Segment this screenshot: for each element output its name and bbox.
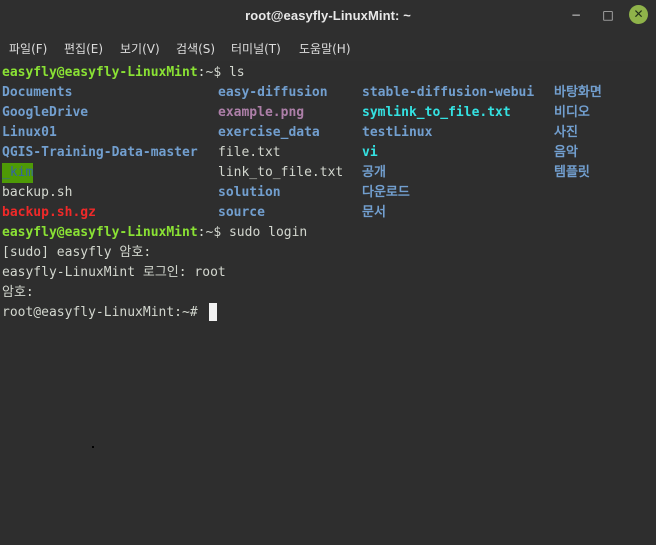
ls-entry: backup.sh xyxy=(2,185,73,200)
ls-entry: 다운로드 xyxy=(362,185,410,200)
close-button[interactable]: ✕ xyxy=(629,5,648,24)
ls-entry: easy-diffusion xyxy=(218,85,328,100)
ls-entry: example.png xyxy=(218,105,305,120)
ls-entry: exercise_data xyxy=(218,125,320,140)
ls-entry: Documents xyxy=(2,85,73,100)
sudo-password-prompt: [sudo] easyfly 암호: xyxy=(2,245,152,260)
ls-entry: GoogleDrive xyxy=(2,105,89,120)
menu-search[interactable]: 검색(S) xyxy=(176,40,215,57)
menu-edit[interactable]: 편집(E) xyxy=(64,40,103,57)
ls-entry: 사진 xyxy=(554,125,578,140)
menu-file[interactable]: 파일(F) xyxy=(9,40,47,57)
text-cursor xyxy=(209,303,217,321)
root-prompt: root@easyfly-LinuxMint:~# xyxy=(2,305,198,320)
ls-entry: 음악 xyxy=(554,145,578,160)
ls-entry: source xyxy=(218,205,265,220)
ls-entry: 문서 xyxy=(362,205,386,220)
title-bar[interactable]: root@easyfly-LinuxMint: ~ − □ ✕ xyxy=(0,0,656,31)
minimize-button[interactable]: − xyxy=(566,5,586,25)
prompt-separator: :~$ xyxy=(197,65,222,80)
ls-entry: solution xyxy=(218,185,281,200)
menu-bar: 파일(F) 편집(E) 보기(V) 검색(S) 터미널(T) 도움말(H) xyxy=(0,31,656,61)
terminal-window: root@easyfly-LinuxMint: ~ − □ ✕ 파일(F) 편집… xyxy=(0,0,656,545)
ls-entry: QGIS-Training-Data-master xyxy=(2,145,198,160)
command-text: ls xyxy=(221,65,245,80)
ls-entry: stable-diffusion-webui xyxy=(362,85,535,100)
ls-entry: _kim xyxy=(2,163,34,183)
menu-help[interactable]: 도움말(H) xyxy=(299,40,351,57)
ls-entry: testLinux xyxy=(362,125,433,140)
window-title: root@easyfly-LinuxMint: ~ xyxy=(245,8,411,23)
prompt-line-ls: easyfly@easyfly-LinuxMint:~$ ls xyxy=(2,63,245,83)
login-prompt: easyfly-LinuxMint 로그인: root xyxy=(2,265,226,280)
command-text: sudo login xyxy=(221,225,308,240)
ls-entry: link_to_file.txt xyxy=(218,165,344,180)
password-prompt: 암호: xyxy=(2,285,34,300)
prompt-user: easyfly@easyfly-LinuxMint xyxy=(2,65,198,80)
menu-terminal[interactable]: 터미널(T) xyxy=(231,40,281,57)
terminal-output[interactable]: easyfly@easyfly-LinuxMint:~$ ls Document… xyxy=(0,61,656,545)
menu-view[interactable]: 보기(V) xyxy=(120,40,160,57)
ls-entry: vi xyxy=(362,145,378,160)
maximize-button[interactable]: □ xyxy=(598,5,618,25)
prompt-separator: :~$ xyxy=(197,225,222,240)
ls-entry: 바탕화면 xyxy=(554,85,602,100)
ls-entry: 비디오 xyxy=(554,105,590,120)
ls-entry: Linux01 xyxy=(2,125,57,140)
ls-entry: symlink_to_file.txt xyxy=(362,105,511,120)
screen-speck xyxy=(92,446,94,448)
ls-entry: 공개 xyxy=(362,165,386,180)
ls-entry: file.txt xyxy=(218,145,281,160)
prompt-user: easyfly@easyfly-LinuxMint xyxy=(2,225,198,240)
ls-entry: backup.sh.gz xyxy=(2,205,96,220)
ls-entry: 템플릿 xyxy=(554,165,590,180)
prompt-line-login: easyfly@easyfly-LinuxMint:~$ sudo login xyxy=(2,223,307,243)
